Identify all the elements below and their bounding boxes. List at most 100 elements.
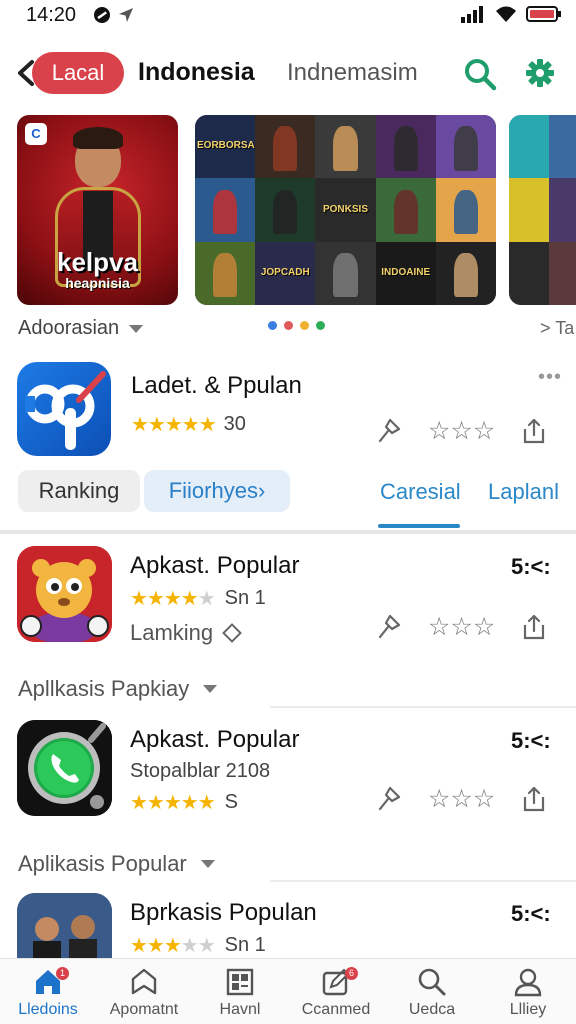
collage-text: EORBORSA	[197, 140, 255, 152]
collage-tile	[195, 241, 256, 305]
section-line	[270, 880, 576, 882]
featured-app-icon	[17, 362, 111, 456]
banner-featured-game[interactable]: C kelpva heapnisia	[17, 115, 178, 305]
battery-icon	[526, 6, 561, 22]
nav-item-profile[interactable]: Llliey	[480, 959, 576, 1024]
banner-partial[interactable]	[509, 115, 576, 305]
chevron-down-icon	[203, 685, 218, 693]
nav-item-bookmark[interactable]: Apomatnt	[96, 959, 192, 1024]
search-icon[interactable]	[463, 57, 497, 91]
section-header[interactable]: Aplikasis Popular	[18, 851, 215, 877]
see-more-link[interactable]: > Ta	[540, 318, 574, 339]
collage-tile	[195, 178, 256, 242]
carousel-dot[interactable]	[284, 321, 293, 330]
list-item[interactable]: Bprkasis Populan 5:<: ★★★★★ Sn 1	[0, 893, 576, 958]
ranking-chip[interactable]: Ranking	[18, 470, 140, 512]
rating-stars: ★★★★★	[131, 414, 217, 436]
local-button[interactable]: Lacal	[32, 52, 124, 94]
collage-tile: PONKSIS	[315, 178, 376, 242]
app-actions: ☆☆☆	[376, 612, 547, 642]
carousel-dot[interactable]	[316, 321, 325, 330]
carousel-dots[interactable]	[268, 321, 325, 330]
app-icon	[17, 546, 112, 642]
carousel-dot[interactable]	[300, 321, 309, 330]
app-header: Lacal Indonesia Indnemasim	[0, 44, 576, 104]
section-title: Aplikasis Popular	[18, 851, 187, 876]
banner-game-collage[interactable]: EORBORSA PONKSIS JOPCADH INDOAINE	[195, 115, 496, 305]
share-icon[interactable]	[521, 785, 547, 813]
rating-value: 30	[223, 413, 246, 435]
app-name: Bprkasis Populan	[130, 899, 317, 926]
featured-app-rating: ★★★★★ 30	[131, 412, 246, 437]
app-badge-icon: C	[25, 123, 47, 145]
list-item[interactable]: Apkast. Popular 5:<: ★★★★★ Sn 1 Lamking …	[0, 546, 576, 656]
tab-other[interactable]: Laplanl	[488, 479, 559, 505]
pin-icon[interactable]	[376, 613, 402, 641]
app-size: 5:<:	[511, 901, 551, 926]
featured-app-name: Ladet. & Ppulan	[131, 372, 302, 399]
collage-tile	[549, 241, 576, 305]
section-header[interactable]: Apllkasis Papkiay	[18, 676, 218, 702]
app-name: Apkast. Popular	[130, 726, 300, 753]
pin-icon[interactable]	[376, 417, 402, 445]
rate-stars-icon[interactable]: ☆☆☆	[428, 784, 495, 814]
tab-underline	[378, 524, 460, 528]
rate-stars-icon[interactable]: ☆☆☆	[428, 416, 495, 446]
location-icon	[119, 8, 133, 22]
collage-tile	[435, 178, 496, 242]
search-icon	[418, 968, 446, 996]
banner-figure-hair	[73, 127, 123, 149]
nav-item-grid[interactable]: Havnl	[192, 959, 288, 1024]
app-rating: ★★★★★ Sn 1	[130, 586, 266, 611]
bottom-navigation: 1 Lledoins Apomatnt Havnl 6 Ccanmed Uedc…	[0, 958, 576, 1024]
nav-badge: 6	[345, 967, 358, 980]
collage-tile	[255, 115, 316, 179]
app-rating: ★★★★★ Sn 1	[130, 933, 266, 958]
gear-icon[interactable]	[525, 58, 555, 88]
nav-item-edit[interactable]: 6 Ccanmed	[288, 959, 384, 1024]
collage-text: JOPCADH	[260, 266, 310, 278]
carousel-dot[interactable]	[268, 321, 277, 330]
collage-tile	[255, 178, 316, 242]
nav-item-home[interactable]: 1 Lledoins	[0, 959, 96, 1024]
status-time: 14:20	[26, 4, 77, 26]
dnd-icon	[94, 7, 110, 23]
filter-chip[interactable]: Fiiorhyes›	[144, 470, 290, 512]
featured-app[interactable]: Ladet. & Ppulan ★★★★★ 30 ••• ☆☆☆	[0, 360, 576, 460]
pin-icon[interactable]	[376, 785, 402, 813]
diamond-icon	[222, 623, 243, 643]
app-rating: ★★★★★ S	[130, 790, 238, 815]
collage-tile: EORBORSA	[195, 115, 256, 179]
banner-carousel[interactable]: C kelpva heapnisia EORBORSA PONKSIS JOPC…	[0, 115, 576, 305]
nav-label: Uedca	[408, 1001, 456, 1018]
share-icon[interactable]	[521, 613, 547, 641]
nav-label: Havnl	[219, 1001, 261, 1018]
section-title: Apllkasis Papkiay	[18, 676, 190, 701]
nav-label: Lledoins	[18, 1001, 78, 1018]
chevron-down-icon	[129, 324, 144, 333]
collage-text: PONKSIS	[322, 203, 368, 215]
collage-tile	[375, 178, 436, 242]
nav-badge: 1	[56, 967, 69, 980]
collage-tile	[435, 115, 496, 179]
rate-stars-icon[interactable]: ☆☆☆	[428, 612, 495, 642]
page-subtitle: Indnemasim	[287, 59, 418, 86]
category-dropdown[interactable]: Adoorasian	[18, 317, 144, 340]
wifi-icon	[496, 6, 516, 22]
list-item[interactable]: Apkast. Popular 5:<: Stopalblar 2108 ★★★…	[0, 720, 576, 830]
nav-label: Ccanmed	[301, 1001, 371, 1018]
share-icon[interactable]	[521, 417, 547, 445]
collage-tile	[549, 115, 576, 179]
page-title: Indonesia	[138, 58, 255, 86]
collage-tile	[549, 178, 576, 242]
app-subtitle: Stopalblar 2108	[130, 760, 271, 782]
app-name: Apkast. Popular	[130, 552, 300, 579]
featured-app-actions: ☆☆☆	[376, 416, 547, 446]
nav-item-search[interactable]: Uedca	[384, 959, 480, 1024]
more-options-icon[interactable]: •••	[538, 366, 562, 389]
app-size: 5:<:	[511, 728, 551, 753]
banner-subcaption: heapnisia	[65, 275, 130, 291]
tab-active[interactable]: Caresial	[380, 479, 461, 505]
collage-tile	[315, 241, 376, 305]
collage-text: INDOAINE	[381, 266, 431, 278]
